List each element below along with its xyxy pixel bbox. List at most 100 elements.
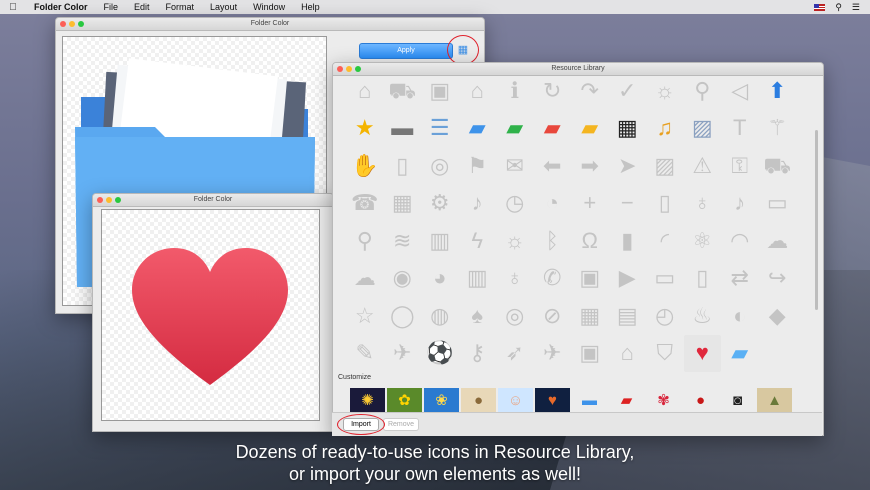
document-icon[interactable]: ☰ (421, 110, 459, 148)
cart-icon[interactable]: ⛟ (384, 72, 422, 110)
target-icon[interactable]: ◎ (496, 297, 534, 335)
bar-chart-icon[interactable]: ▥ (459, 260, 497, 298)
menu-window[interactable]: Window (245, 2, 293, 12)
close-icon[interactable] (97, 197, 103, 203)
plus-icon[interactable]: + (571, 185, 609, 223)
monitor-icon[interactable]: ▭ (646, 260, 684, 298)
zoom-icon[interactable] (115, 197, 121, 203)
minimize-icon[interactable] (106, 197, 112, 203)
location-arrow-icon[interactable]: ➤ (609, 147, 647, 185)
child-thumb[interactable]: ☺ (498, 388, 533, 412)
planet-icon[interactable]: ◐ (721, 297, 759, 335)
lightbulb-icon[interactable]: ☼ (646, 72, 684, 110)
magic-wand-icon[interactable]: ⚚ (759, 110, 797, 148)
text-icon[interactable]: T (721, 110, 759, 148)
bluetooth-icon[interactable]: ᛒ (534, 222, 572, 260)
zoom-icon[interactable] (78, 21, 84, 27)
rose-thumb[interactable]: ✾ (646, 388, 681, 412)
cart-outline-icon[interactable]: ⛟ (759, 147, 797, 185)
close-icon[interactable] (60, 21, 66, 27)
star-icon[interactable]: ★ (346, 110, 384, 148)
minimize-icon[interactable] (69, 21, 75, 27)
clock-icon[interactable]: ◔ (534, 185, 572, 223)
fireworks-thumb[interactable]: ✺ (350, 388, 385, 412)
hands-thumb[interactable]: ♥ (535, 388, 570, 412)
cloud-download-icon[interactable]: ☁ (346, 260, 384, 298)
floppy-icon[interactable]: ▣ (571, 260, 609, 298)
apple-menu-icon[interactable]:  (0, 2, 26, 13)
hand-icon[interactable]: ✋ (346, 147, 384, 185)
shuffle-icon[interactable]: ⇄ (721, 260, 759, 298)
video-camera-icon[interactable]: ▶ (609, 260, 647, 298)
atom-icon[interactable]: ⚛ (684, 222, 722, 260)
rss-icon[interactable]: ◜ (646, 222, 684, 260)
folder-yellow-icon[interactable]: ▰ (571, 110, 609, 148)
redo-icon[interactable]: ↷ (571, 72, 609, 110)
gear-icon[interactable]: ⚙ (421, 185, 459, 223)
battery-icon[interactable]: ▮ (609, 222, 647, 260)
menu-layout[interactable]: Layout (202, 2, 245, 12)
arrow-up-icon[interactable]: ⬆ (759, 72, 797, 110)
folder-light-blue-icon[interactable]: ▰ (721, 335, 759, 373)
headphones-icon[interactable]: Ω (571, 222, 609, 260)
close-icon[interactable] (337, 66, 343, 72)
music-icon[interactable]: ♪ (721, 185, 759, 223)
home-icon[interactable]: ⌂ (459, 72, 497, 110)
bell-icon[interactable]: ♪ (459, 185, 497, 223)
sunflowers-thumb[interactable]: ✿ (387, 388, 422, 412)
briefcase-outline-icon[interactable]: ▣ (571, 335, 609, 373)
pie-chart-icon[interactable]: ◕ (421, 260, 459, 298)
folder-thumb[interactable]: ▬ (572, 388, 607, 412)
map-pin-icon[interactable]: ⚲ (346, 222, 384, 260)
mail-icon[interactable]: ✉ (496, 147, 534, 185)
scrollbar[interactable] (815, 130, 818, 310)
globe-icon[interactable]: ◍ (421, 297, 459, 335)
compass-icon[interactable]: ◎ (421, 147, 459, 185)
arrow-left-icon[interactable]: ⬅ (534, 147, 572, 185)
book-icon[interactable]: ▯ (384, 147, 422, 185)
camera-thumb[interactable]: ◙ (720, 388, 755, 412)
list-menu-icon[interactable]: ☰ (852, 2, 860, 13)
image-icon[interactable]: ▨ (646, 147, 684, 185)
landscape-thumb[interactable]: ▲ (757, 388, 792, 412)
remove-button[interactable]: Remove (383, 418, 419, 431)
second-canvas[interactable] (101, 209, 320, 421)
music-note-icon[interactable]: ♫ (646, 110, 684, 148)
menu-app-name[interactable]: Folder Color (26, 2, 96, 12)
prohibited-icon[interactable]: ⊘ (534, 297, 572, 335)
microphone-icon[interactable]: ♁ (684, 185, 722, 223)
briefcase-icon[interactable]: ▣ (421, 72, 459, 110)
address-book-icon[interactable]: ☎ (346, 185, 384, 223)
folder-green-icon[interactable]: ▰ (496, 110, 534, 148)
checkmark-icon[interactable]: ✓ (609, 72, 647, 110)
refresh-icon[interactable]: ↻ (534, 72, 572, 110)
search-icon[interactable]: ⚲ (684, 72, 722, 110)
rocket-icon[interactable]: ➶ (496, 335, 534, 373)
folder-red-icon[interactable]: ▰ (534, 110, 572, 148)
tshirt-icon[interactable]: ⛉ (646, 335, 684, 373)
folder-blue-icon[interactable]: ▰ (459, 110, 497, 148)
tree-icon[interactable]: ♠ (459, 297, 497, 335)
lock-icon[interactable]: ⚿ (721, 147, 759, 185)
key-icon[interactable]: ⚷ (459, 335, 497, 373)
info-icon[interactable]: ℹ (496, 72, 534, 110)
flame-icon[interactable]: ♨ (684, 297, 722, 335)
folder-outline-icon[interactable]: ▭ (759, 185, 797, 223)
speaker-icon[interactable]: ◁ (721, 72, 759, 110)
heart-icon[interactable]: ♥ (683, 334, 721, 372)
dashboard-icon[interactable]: ◴ (646, 297, 684, 335)
layers-icon[interactable]: ≋ (384, 222, 422, 260)
disc-icon[interactable]: ◉ (384, 260, 422, 298)
pencil-icon[interactable]: ✎ (346, 335, 384, 373)
airplane-icon[interactable]: ✈ (534, 335, 572, 373)
harddrive-icon[interactable]: ▬ (384, 110, 422, 148)
menu-file[interactable]: File (96, 2, 127, 12)
apply-button[interactable]: Apply (359, 43, 453, 59)
dog-thumb[interactable]: ● (461, 388, 496, 412)
trash-icon[interactable]: ▯ (684, 260, 722, 298)
flag-icon[interactable]: ⚑ (459, 147, 497, 185)
filmstrip-icon[interactable]: ▦ (571, 297, 609, 335)
input-flag-icon[interactable] (814, 3, 826, 11)
menu-help[interactable]: Help (293, 2, 328, 12)
speech-bubble-icon[interactable]: ◯ (384, 297, 422, 335)
